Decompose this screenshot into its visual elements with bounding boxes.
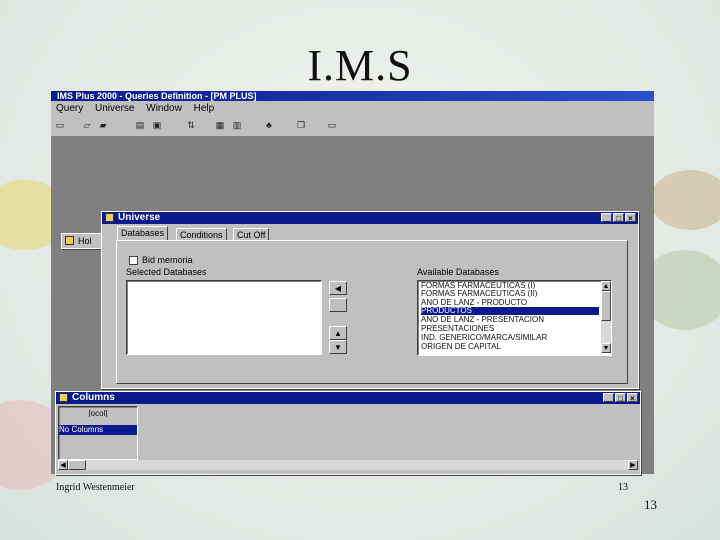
mdi-workspace: Hol Columns _□× [ocol] No Columns ◀ ▶ xyxy=(51,137,654,475)
list-item[interactable]: FORMAS FARMACEUTICAS (II) xyxy=(421,290,599,297)
available-databases-label: Available Databases xyxy=(417,267,499,277)
horizontal-scrollbar[interactable]: ◀ ▶ xyxy=(58,460,638,470)
list-item[interactable]: ORIGEN DE CAPITAL xyxy=(421,343,599,350)
bid-memoria-checkbox[interactable] xyxy=(129,256,138,265)
author-footer: Ingrid Westenmeier xyxy=(56,482,135,493)
universe-title: Universe xyxy=(118,212,161,223)
menubar: Query Universe Window Help xyxy=(51,101,654,116)
scroll-right-icon[interactable]: ▶ xyxy=(628,460,638,470)
available-databases-list[interactable]: FORMAS FARMACEUTICAS (I) FORMAS FARMACEU… xyxy=(417,280,612,356)
move-left-button[interactable]: ◀ xyxy=(329,281,347,295)
move-right-button[interactable] xyxy=(329,298,347,312)
menu-query[interactable]: Query xyxy=(56,103,83,114)
list-item[interactable]: AÑO DE LANZ - PRESENTACION xyxy=(421,316,599,323)
columns-window[interactable]: Columns _ □ × [ocol] No Columns ◀ ▶ xyxy=(55,391,641,475)
vertical-scrollbar[interactable]: ▲ ▼ xyxy=(601,281,611,353)
window-icon[interactable]: ▭ xyxy=(326,120,338,131)
minimize-button[interactable]: _ xyxy=(603,393,614,403)
list-item[interactable]: No Columns xyxy=(59,425,137,435)
window-icon xyxy=(65,236,74,245)
slide-title: I.M.S xyxy=(307,41,413,90)
chart-icon[interactable]: ♣ xyxy=(263,120,275,131)
menu-universe[interactable]: Universe xyxy=(95,103,134,114)
new-icon[interactable]: ▭ xyxy=(54,120,66,131)
checkbox-label: Bid memoria xyxy=(142,255,193,265)
preview-icon[interactable]: ▣ xyxy=(151,120,163,131)
columns-list[interactable]: [ocol] No Columns xyxy=(58,406,138,460)
list-item[interactable]: FORMAS FARMACEUTICAS (I) xyxy=(421,282,599,289)
minimize-button[interactable]: _ xyxy=(601,213,612,223)
close-button[interactable]: × xyxy=(625,213,636,223)
menu-help[interactable]: Help xyxy=(194,103,215,114)
list-item[interactable]: IND. GENERICO/MARCA/SIMILAR xyxy=(421,334,599,341)
selected-databases-label: Selected Databases xyxy=(126,267,207,277)
scroll-thumb[interactable] xyxy=(601,291,611,321)
print-icon[interactable]: ▤ xyxy=(134,120,146,131)
window-icon xyxy=(105,213,114,222)
menu-window[interactable]: Window xyxy=(146,103,182,114)
copy-icon[interactable]: ❐ xyxy=(295,120,307,131)
list-item[interactable]: AÑO DE LANZ - PRODUCTO xyxy=(421,299,599,306)
app-titlebar: IMS Plus 2000 - Queries Definition - [PM… xyxy=(51,91,654,101)
folder-icon[interactable]: ▰ xyxy=(97,120,109,131)
move-down-button[interactable]: ▼ xyxy=(329,340,347,354)
inner-page-number: 13 xyxy=(618,482,628,493)
universe-titlebar: Universe _ □ × xyxy=(102,212,638,224)
close-button[interactable]: × xyxy=(627,393,638,403)
columns-title: Columns xyxy=(72,392,115,403)
background-pill xyxy=(650,170,720,230)
toolbar: ▭ ▱ ▰ ▤ ▣ ⇅ ▦ ▥ ♣ ❐ ▭ xyxy=(51,116,654,137)
list-item[interactable]: PRESENTACIONES xyxy=(421,325,599,332)
maximize-button[interactable]: □ xyxy=(613,213,624,223)
table-icon[interactable]: ▦ xyxy=(214,120,226,131)
app-title: IMS Plus 2000 - Queries Definition - [PM… xyxy=(57,91,257,101)
slide-page-number: 13 xyxy=(644,497,657,512)
app-window: IMS Plus 2000 - Queries Definition - [PM… xyxy=(51,91,654,475)
scroll-thumb[interactable] xyxy=(68,460,86,470)
selected-databases-list[interactable] xyxy=(126,280,322,355)
open-icon[interactable]: ▱ xyxy=(81,120,93,131)
window-icon xyxy=(59,393,68,402)
scroll-up-icon[interactable]: ▲ xyxy=(601,281,611,291)
columns-titlebar: Columns _ □ × xyxy=(56,392,640,404)
move-up-button[interactable]: ▲ xyxy=(329,326,347,340)
hol-window-title: Hol xyxy=(78,236,92,246)
list-item[interactable]: [ocol] xyxy=(59,410,137,417)
list-item-selected[interactable]: PRODUCTOS xyxy=(421,307,599,315)
maximize-button[interactable]: □ xyxy=(615,393,626,403)
tab-databases[interactable]: Databases xyxy=(117,226,169,241)
grid-icon[interactable]: ▥ xyxy=(231,120,243,131)
scroll-down-icon[interactable]: ▼ xyxy=(601,343,611,353)
sort-icon[interactable]: ⇅ xyxy=(185,120,197,131)
universe-window[interactable]: Universe _ □ × Databases Conditions Cut Of… xyxy=(101,211,639,389)
scroll-left-icon[interactable]: ◀ xyxy=(58,460,68,470)
